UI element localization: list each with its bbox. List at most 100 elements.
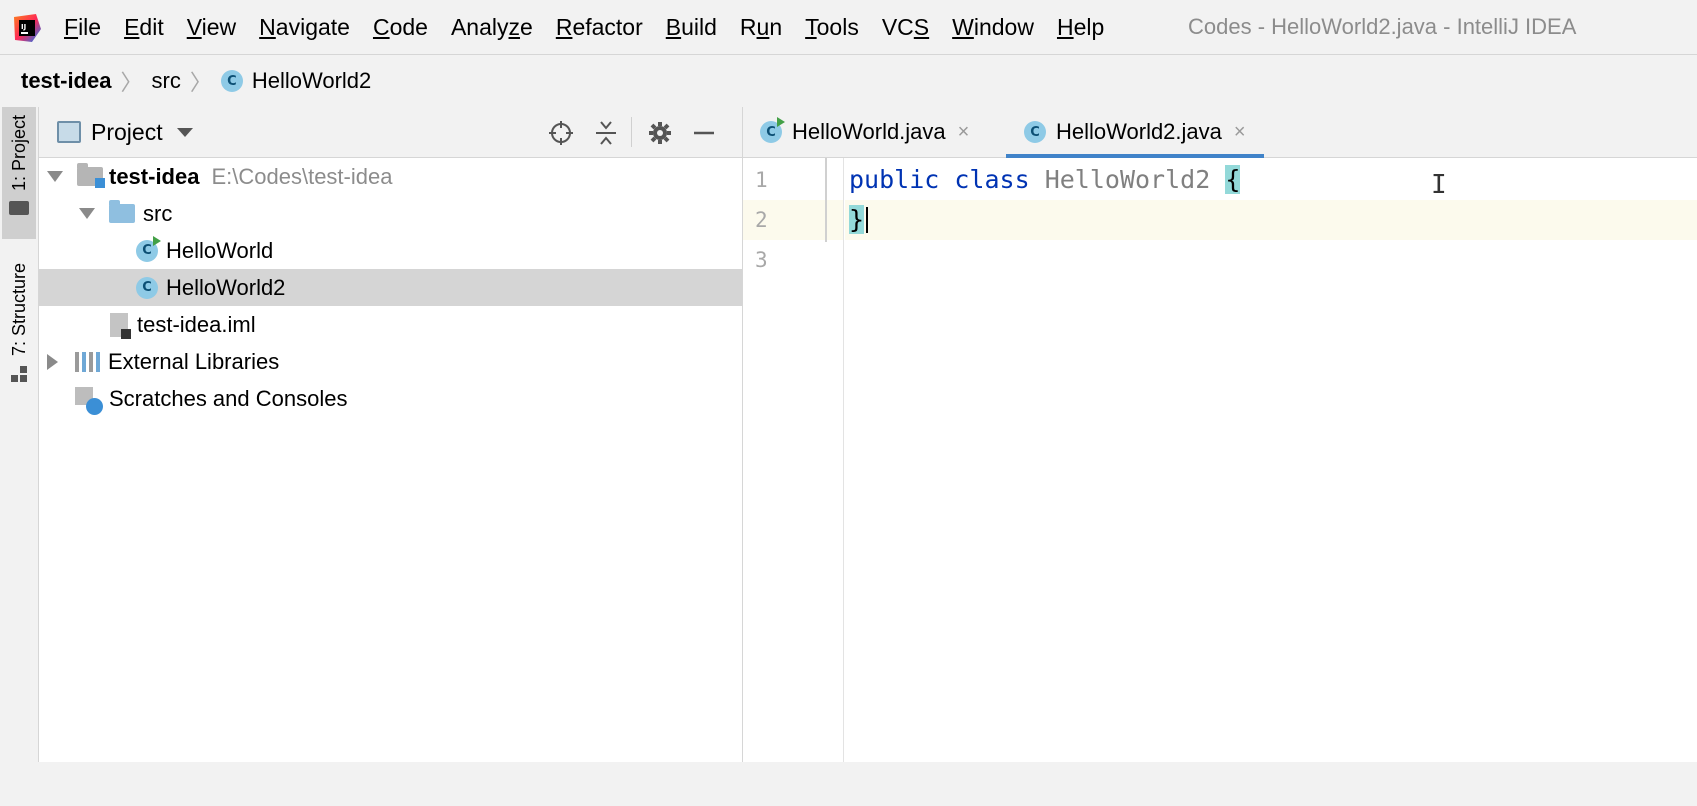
gear-icon[interactable] — [646, 119, 674, 147]
tree-libraries-label: External Libraries — [108, 348, 280, 374]
structure-tool-button[interactable]: 7: Structure — [2, 255, 36, 390]
menu-item-mnemonic: u — [756, 13, 770, 40]
menu-item-text: R — [739, 13, 757, 40]
menu-item-text: avigate — [275, 13, 350, 40]
line-number: 3 — [755, 248, 768, 272]
menu-item[interactable]: Help — [1057, 14, 1104, 41]
module-file-icon — [110, 312, 131, 339]
menu-item-mnemonic: F — [64, 13, 79, 40]
tree-iml-label: test-idea.iml — [137, 311, 256, 337]
menu-item[interactable]: VCS — [882, 14, 929, 41]
expand-arrow-icon[interactable] — [79, 208, 95, 219]
tree-scratches-label: Scratches and Consoles — [109, 385, 348, 411]
project-view-icon — [57, 121, 81, 143]
menu-item[interactable]: Code — [373, 14, 428, 41]
menu-item-text: e — [520, 13, 533, 40]
project-tool-button[interactable]: 1: Project — [2, 107, 36, 239]
scratches-icon — [75, 386, 103, 415]
menu-item-text: n — [769, 13, 783, 40]
menu-item-mnemonic: R — [555, 13, 573, 40]
menu-item-text: uild — [681, 13, 717, 40]
tab-label: HelloWorld.java — [792, 119, 946, 144]
java-class-icon: C — [1024, 121, 1046, 143]
window-title: Codes - HelloWorld2.java - IntelliJ IDEA — [1188, 14, 1577, 39]
menu-item-mnemonic: z — [508, 13, 521, 40]
tree-item-helloworld[interactable]: C HelloWorld — [39, 232, 742, 269]
svg-text:IJ: IJ — [21, 23, 26, 31]
tree-item-external-libraries[interactable]: External Libraries — [39, 343, 742, 380]
menu-item[interactable]: Build — [666, 14, 717, 41]
menu-item[interactable]: Edit — [124, 14, 164, 41]
menu-item-text: elp — [1073, 13, 1105, 40]
tree-file-label: HelloWorld — [166, 237, 274, 263]
code-line-1[interactable]: public class HelloWorld2 { — [845, 160, 1697, 200]
tree-file-label: HelloWorld2 — [166, 274, 286, 300]
menu-item-mnemonic: B — [665, 13, 682, 40]
menu-item[interactable]: Refactor — [556, 14, 643, 41]
breadcrumb-src[interactable]: src — [152, 68, 181, 94]
collapse-all-icon[interactable] — [592, 119, 620, 147]
module-folder-icon — [77, 163, 105, 188]
close-icon[interactable]: × — [1234, 121, 1246, 144]
menu-item-text: ode — [389, 13, 428, 40]
menu-item[interactable]: Analyze — [451, 14, 533, 41]
menu-item[interactable]: View — [187, 14, 236, 41]
menu-item-mnemonic: N — [259, 13, 276, 40]
dropdown-arrow-icon — [176, 127, 193, 137]
menu-item[interactable]: Tools — [805, 14, 859, 41]
tree-item-iml[interactable]: test-idea.iml — [39, 306, 742, 343]
menu-item-text: VC — [881, 13, 914, 40]
expand-arrow-icon[interactable] — [47, 171, 63, 182]
text-caret — [866, 207, 868, 233]
tree-item-root[interactable]: test-idea E:\Codes\test-idea — [39, 158, 742, 195]
structure-icon — [11, 366, 27, 383]
close-icon[interactable]: × — [958, 121, 970, 144]
matched-brace: } — [849, 205, 865, 234]
toolbar-separator — [631, 117, 632, 147]
tab-helloworld2-java[interactable]: C HelloWorld2.java × — [1006, 107, 1264, 158]
menu-item-mnemonic: C — [372, 13, 390, 40]
collapsed-arrow-icon[interactable] — [47, 353, 58, 370]
project-panel-title: Project — [91, 118, 163, 145]
intellij-idea-logo-icon: IJ — [14, 14, 41, 42]
breadcrumb-file[interactable]: C HelloWorld2 — [220, 68, 371, 94]
menu-item-mnemonic: W — [952, 13, 974, 40]
code-line-2[interactable]: } — [845, 200, 1697, 240]
editor-gutter: 1 2 3 — [743, 158, 844, 762]
status-area — [0, 762, 1697, 806]
menu-item[interactable]: Navigate — [259, 14, 350, 41]
chevron-right-icon: 〉 — [120, 70, 143, 95]
java-class-icon: C — [136, 276, 158, 299]
menu-item-mnemonic: S — [913, 13, 930, 40]
project-view-selector[interactable]: Project — [57, 107, 193, 157]
menu-item-mnemonic: E — [124, 13, 140, 40]
breadcrumb-project[interactable]: test-idea — [21, 68, 111, 94]
project-panel: Project test-idea E:\Codes\test-idea src — [39, 107, 743, 762]
class-name: HelloWorld2 — [1044, 165, 1211, 194]
menu-item-mnemonic: T — [805, 13, 817, 40]
project-tree: test-idea E:\Codes\test-idea src C Hello… — [39, 158, 742, 417]
menu-item[interactable]: Run — [740, 14, 782, 41]
keyword: public — [849, 165, 940, 194]
tab-label: HelloWorld2.java — [1056, 119, 1222, 144]
tree-item-helloworld2[interactable]: C HelloWorld2 — [39, 269, 742, 306]
folder-icon — [9, 201, 29, 216]
tree-item-src[interactable]: src — [39, 195, 742, 232]
line-number: 2 — [755, 208, 768, 232]
locate-icon[interactable] — [547, 119, 575, 147]
project-panel-header: Project — [39, 107, 742, 158]
menu-item-mnemonic: V — [186, 13, 202, 40]
breadcrumb: test-idea 〉 src 〉 C HelloWorld2 — [0, 55, 1697, 108]
tool-window-stripe: 1: Project 7: Structure — [0, 107, 39, 762]
tab-helloworld-java[interactable]: C HelloWorld.java × — [760, 107, 969, 157]
tree-item-scratches[interactable]: Scratches and Consoles — [39, 380, 742, 417]
menu-item[interactable]: File — [64, 14, 101, 41]
source-folder-icon — [109, 200, 135, 223]
menu-item-mnemonic: H — [1056, 13, 1074, 40]
code-editor[interactable]: 1 2 3 public class HelloWorld2 { } I — [743, 158, 1697, 762]
menu-item[interactable]: Window — [952, 14, 1034, 41]
hide-icon[interactable] — [690, 119, 718, 147]
menu-item-text: indow — [973, 13, 1034, 40]
fold-guide — [825, 158, 827, 242]
matched-brace: { — [1225, 165, 1241, 194]
